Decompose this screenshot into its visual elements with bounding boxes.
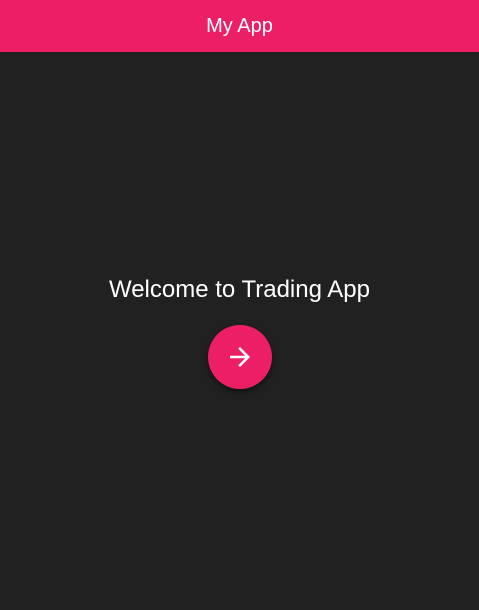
app-bar-title: My App [206, 14, 273, 37]
app-bar: My App [0, 0, 479, 52]
next-button[interactable] [208, 325, 272, 389]
welcome-heading: Welcome to Trading App [108, 276, 371, 303]
main-content: Welcome to Trading App [0, 52, 479, 610]
arrow-right-icon [230, 347, 250, 367]
